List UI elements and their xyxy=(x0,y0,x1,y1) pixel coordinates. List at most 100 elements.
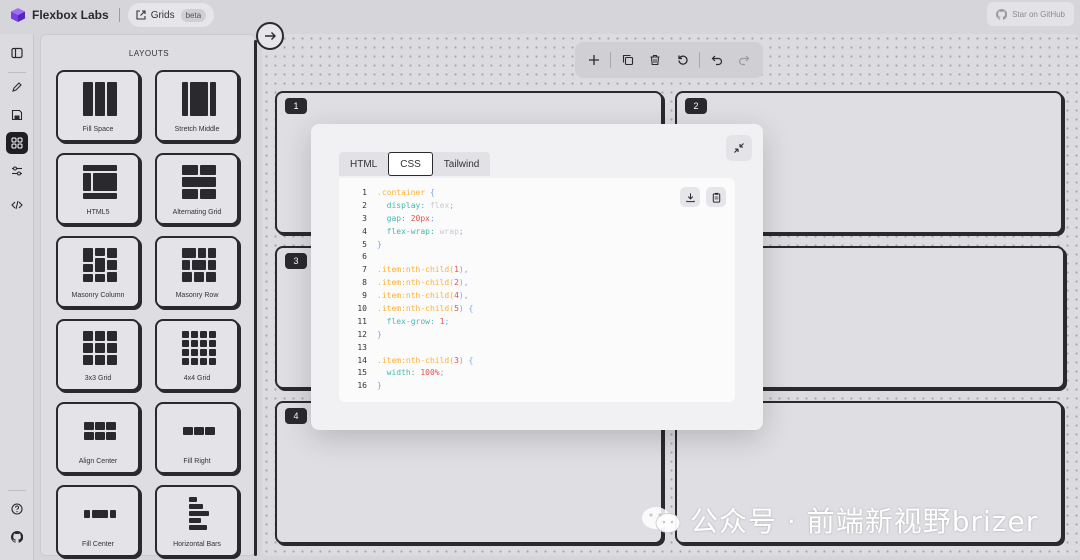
grid-3x3-icon xyxy=(83,331,117,365)
line-number: 1 xyxy=(362,188,367,197)
stretch-middle-icon xyxy=(182,82,216,116)
redo-button[interactable] xyxy=(733,49,755,71)
code-token: ; xyxy=(430,213,435,223)
layout-card-stretch-middle[interactable]: Stretch Middle xyxy=(155,70,239,142)
download-button[interactable] xyxy=(680,187,700,207)
duplicate-button[interactable] xyxy=(617,49,639,71)
layout-card-label: Masonry Row xyxy=(175,292,219,299)
brand-name: Flexbox Labs xyxy=(32,8,109,22)
reset-icon xyxy=(678,55,688,65)
line-number: 9 xyxy=(362,291,367,301)
layouts-title: LAYOUTS xyxy=(128,49,170,58)
code-modal: HTML CSS Tailwind 1 .container {2 display… xyxy=(311,124,763,430)
code-token: ) { xyxy=(458,304,474,314)
layout-card-html5[interactable]: HTML5 xyxy=(56,153,140,225)
code-token: ), xyxy=(458,291,469,301)
beta-badge: beta xyxy=(180,8,207,22)
settings-sliders-icon xyxy=(12,166,22,176)
code-line: 16} xyxy=(349,380,473,393)
layout-card-label: Fill Right xyxy=(183,458,211,465)
code-block[interactable]: 1 .container {2 display: flex; 3 gap: 20px… xyxy=(339,178,735,402)
layout-card-masonry-row[interactable]: Masonry Row xyxy=(155,236,239,308)
code-line: 7 .item:nth-child(1), xyxy=(349,264,473,277)
code-line: 2 display: flex; xyxy=(349,200,473,213)
delete-icon xyxy=(650,54,660,66)
code-token: .item:nth-child( xyxy=(377,291,455,301)
code-token: .item:nth-child( xyxy=(377,355,455,365)
github-rail-button[interactable] xyxy=(6,526,28,548)
line-number: 5 xyxy=(362,239,367,249)
code-button[interactable] xyxy=(6,194,28,216)
layout-card-fill-right[interactable]: Fill Right xyxy=(155,402,239,474)
external-link-icon xyxy=(136,10,146,20)
code-token: 100% xyxy=(415,368,440,378)
layout-card-fill-center[interactable]: Fill Center xyxy=(56,485,140,557)
align-center-icon xyxy=(84,422,116,440)
undo-icon xyxy=(711,55,722,66)
line-number: 16 xyxy=(357,381,367,391)
panel-scrollbar[interactable] xyxy=(254,40,257,556)
line-number: 2 xyxy=(362,200,367,210)
code-token: ; xyxy=(444,316,450,326)
minimize-icon xyxy=(734,143,744,153)
masonry-row-icon xyxy=(182,248,216,282)
line-number: 8 xyxy=(362,278,367,288)
line-number: 14 xyxy=(357,355,367,365)
layout-card-align-center[interactable]: Align Center xyxy=(56,402,140,474)
line-number: 3 xyxy=(362,213,367,223)
code-token: ; xyxy=(449,200,455,210)
undo-button[interactable] xyxy=(706,49,728,71)
sidebar-toggle-icon xyxy=(11,47,23,59)
code-token: ; xyxy=(439,368,445,378)
code-token: 1 xyxy=(434,316,445,326)
sidebar-toggle-button[interactable] xyxy=(6,42,28,64)
layouts-panel: LAYOUTS Fill Space Stretch Middle HTML5 … xyxy=(40,34,256,557)
fill-right-icon xyxy=(183,427,215,435)
copy-button[interactable] xyxy=(706,187,726,207)
layout-card-3x3-grid[interactable]: 3x3 Grid xyxy=(56,319,140,391)
github-label: Star on GitHub xyxy=(1012,9,1065,19)
layout-card-label: Stretch Middle xyxy=(174,126,220,133)
line-number: 7 xyxy=(362,265,367,275)
edit-button[interactable] xyxy=(6,76,28,98)
tab-tailwind[interactable]: Tailwind xyxy=(433,152,491,176)
alternating-grid-icon xyxy=(182,165,216,199)
line-number: 10 xyxy=(357,304,367,314)
delete-button[interactable] xyxy=(644,49,666,71)
layout-card-4x4-grid[interactable]: 4x4 Grid xyxy=(155,319,239,391)
code-token: ), xyxy=(458,265,469,275)
item-number-badge: 4 xyxy=(285,408,307,424)
code-icon xyxy=(11,200,23,210)
grids-link[interactable]: Grids beta xyxy=(127,3,215,27)
arrow-right-icon xyxy=(265,32,276,40)
tab-css[interactable]: CSS xyxy=(388,152,433,176)
reset-button[interactable] xyxy=(672,49,694,71)
code-token: ), xyxy=(458,278,469,288)
save-button[interactable] xyxy=(6,104,28,126)
layout-card-alternating-grid[interactable]: Alternating Grid xyxy=(155,153,239,225)
tab-html[interactable]: HTML xyxy=(339,152,388,176)
code-line: 9 .item:nth-child(4), xyxy=(349,290,473,303)
star-on-github-button[interactable]: Star on GitHub xyxy=(987,2,1074,26)
brand[interactable]: Flexbox Labs xyxy=(10,7,109,23)
line-number: 13 xyxy=(357,342,367,352)
collapse-panel-button[interactable] xyxy=(256,22,284,50)
code-token: ; xyxy=(458,226,464,236)
layout-card-masonry-column[interactable]: Masonry Column xyxy=(56,236,140,308)
minimize-modal-button[interactable] xyxy=(726,135,752,161)
layout-card-label: Fill Center xyxy=(82,541,114,548)
add-item-button[interactable] xyxy=(583,49,605,71)
icon-rail xyxy=(0,34,34,560)
code-lines: 1 .container {2 display: flex; 3 gap: 20px… xyxy=(349,187,473,393)
layout-card-fill-space[interactable]: Fill Space xyxy=(56,70,140,142)
settings-button[interactable] xyxy=(6,160,28,182)
code-line: 4 flex-wrap: wrap; xyxy=(349,226,473,239)
help-button[interactable] xyxy=(6,498,28,520)
line-number: 6 xyxy=(362,252,367,262)
layout-card-horizontal-bars[interactable]: Horizontal Bars xyxy=(155,485,239,557)
layout-card-label: Fill Space xyxy=(82,126,114,133)
code-line: 14 .item:nth-child(3) { xyxy=(349,355,473,368)
layout-card-label: 4x4 Grid xyxy=(183,375,211,382)
layouts-button[interactable] xyxy=(6,132,28,154)
pencil-icon xyxy=(12,82,22,92)
